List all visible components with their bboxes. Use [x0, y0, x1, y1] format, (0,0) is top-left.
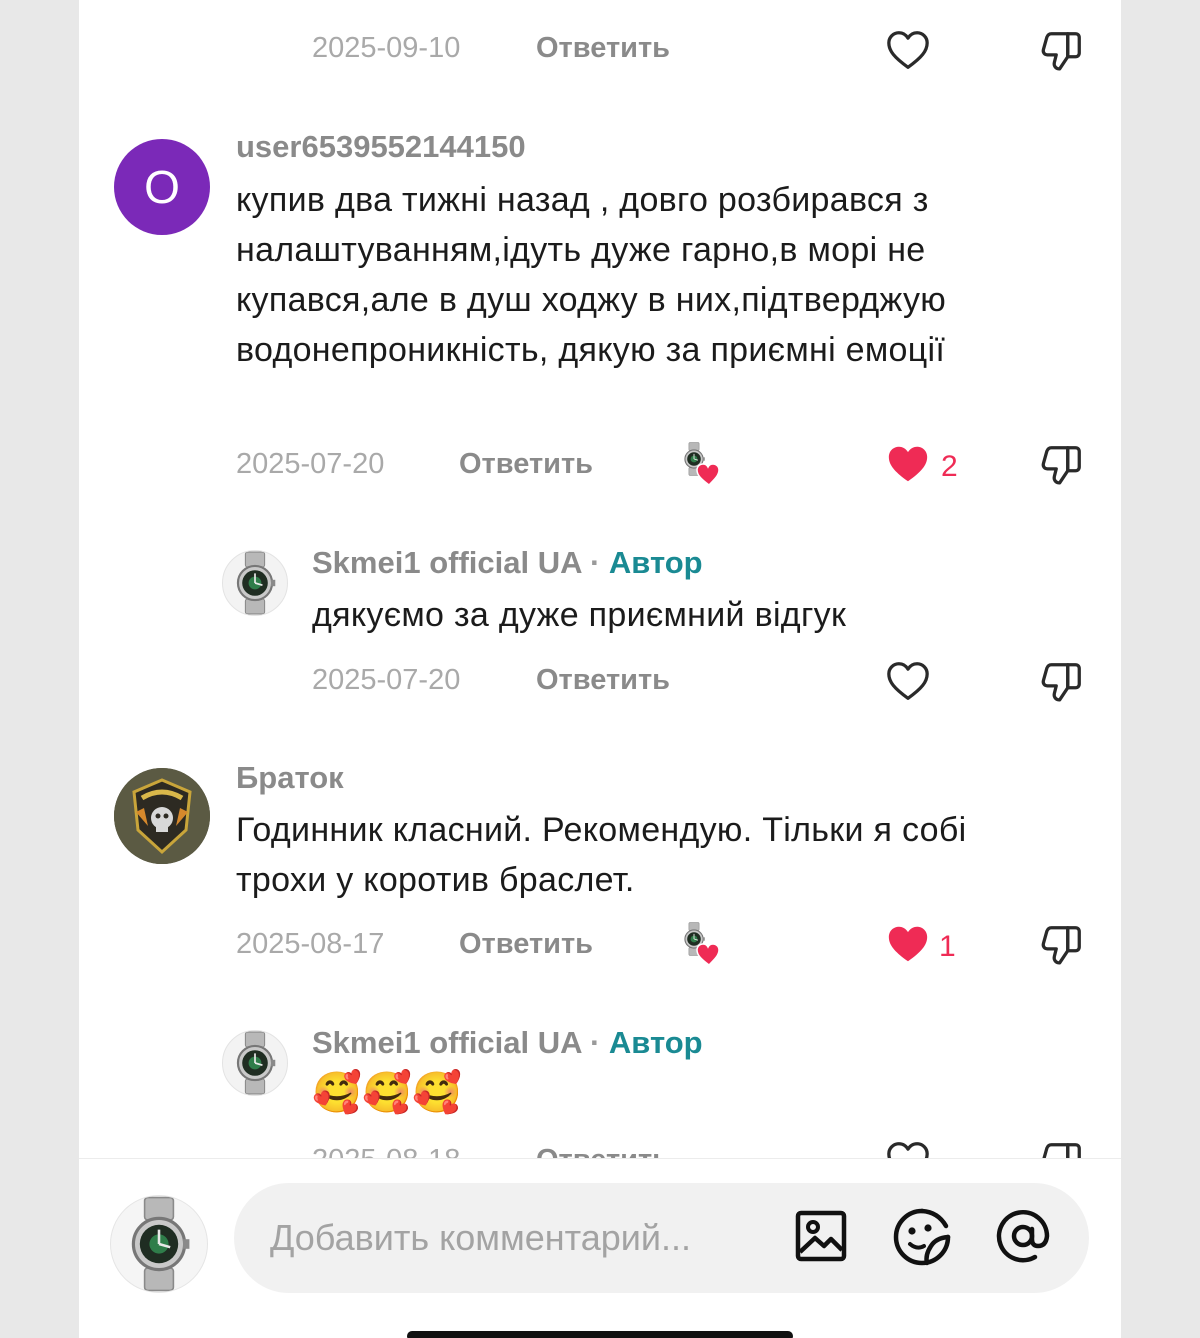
like-count: 2 [941, 450, 958, 483]
dislike-icon[interactable] [1039, 442, 1085, 488]
reply-username[interactable]: Skmei1 official UA [312, 545, 581, 580]
comments-sheet: 2025-09-10 Ответить O user6539552144150 … [79, 0, 1121, 1338]
reply-username-line: Skmei1 official UA · Автор [312, 1025, 703, 1061]
watch-icon [223, 551, 287, 615]
watch-icon [111, 1196, 207, 1292]
reply-text: 🥰🥰🥰 [312, 1071, 463, 1115]
reply-username-line: Skmei1 official UA · Автор [312, 545, 703, 581]
comment-date: 2025-07-20 [236, 448, 385, 480]
comment-text: Годинник класний. Рекомендую. Тільки я с… [236, 811, 967, 899]
comment-input[interactable] [234, 1183, 1089, 1293]
reply-username[interactable]: Skmei1 official UA [312, 1025, 581, 1060]
heart-icon[interactable] [885, 442, 931, 488]
comment-username[interactable]: Браток [236, 760, 344, 796]
avatar[interactable] [114, 768, 210, 864]
reply-text: дякуємо за дуже приємний відгук [312, 596, 847, 634]
dislike-icon[interactable] [1039, 922, 1085, 968]
comment-text: купив два тижні назад , довго розбирався… [236, 181, 947, 369]
comment-date: 2025-08-17 [236, 928, 385, 960]
heart-icon[interactable] [885, 659, 931, 705]
reply-date: 2025-07-20 [312, 664, 461, 696]
home-indicator [407, 1331, 793, 1338]
author-avatar[interactable] [222, 1030, 288, 1096]
dislike-icon[interactable] [1039, 659, 1085, 705]
creator-liked-icon [677, 442, 725, 488]
my-avatar [110, 1195, 208, 1293]
author-badge: Автор [608, 545, 703, 580]
image-icon[interactable] [793, 1208, 849, 1264]
reply-button[interactable]: Ответить [536, 32, 670, 65]
military-patch-image [114, 768, 210, 864]
watch-icon [223, 1031, 287, 1095]
separator-dot: · [589, 545, 601, 580]
reply-button[interactable]: Ответить [459, 448, 593, 481]
reply-button[interactable]: Ответить [459, 928, 593, 961]
reply-date: 2025-09-10 [312, 32, 461, 64]
creator-liked-icon [677, 922, 725, 968]
author-avatar[interactable] [222, 550, 288, 616]
avatar[interactable]: O [114, 139, 210, 235]
author-badge: Автор [608, 1025, 703, 1060]
dislike-icon[interactable] [1039, 28, 1085, 74]
separator-dot: · [589, 1025, 601, 1060]
heart-icon[interactable] [885, 922, 931, 968]
avatar-letter: O [144, 161, 180, 213]
like-count: 1 [939, 930, 956, 963]
emoji-icon[interactable] [891, 1206, 953, 1268]
reply-button[interactable]: Ответить [536, 664, 670, 697]
heart-icon[interactable] [885, 28, 931, 74]
mention-icon[interactable] [992, 1205, 1054, 1267]
comment-input-bar [79, 1158, 1121, 1338]
comment-username[interactable]: user6539552144150 [236, 129, 526, 165]
